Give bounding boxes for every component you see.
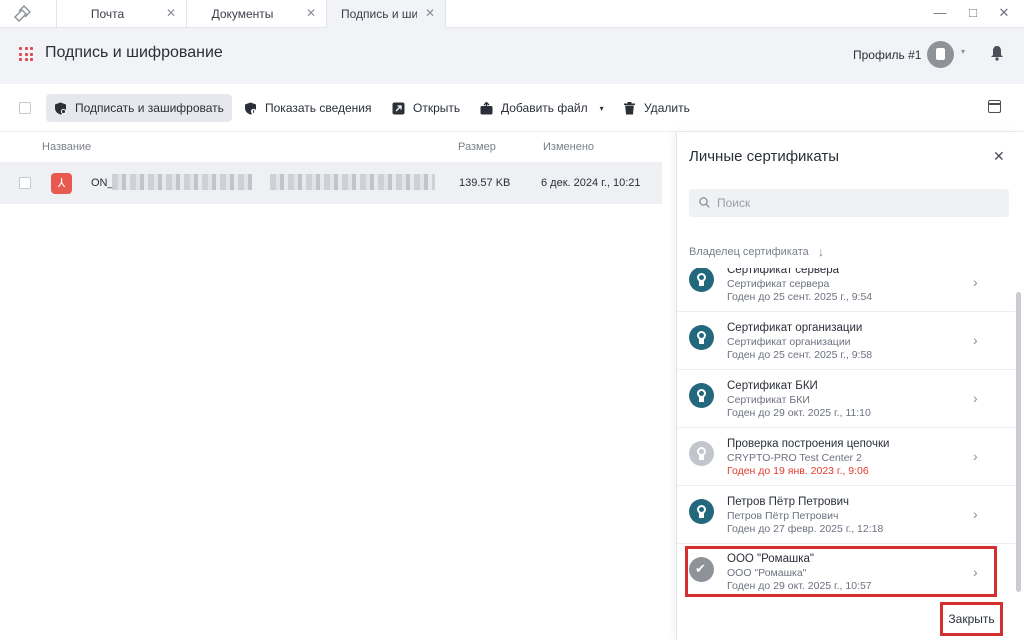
certificate-icon <box>689 268 714 292</box>
table-row[interactable]: ⅄ ON_ 139.57 KB 6 дек. 2024 г., 10:21 <box>0 162 662 204</box>
cert-issuer: Сертификат БКИ <box>727 394 810 406</box>
trash-icon <box>624 101 635 114</box>
cert-name: Сертификат БКИ <box>727 380 818 392</box>
list-item[interactable]: Сертификат БКИ Сертификат БКИ Годен до 2… <box>677 370 1015 428</box>
redacted-filename <box>270 174 435 190</box>
file-name: ON_ <box>91 177 114 189</box>
apps-grid-icon[interactable] <box>19 47 33 61</box>
tab-label: Почта <box>90 7 125 21</box>
add-file-icon <box>480 101 493 114</box>
panel-toggle-icon[interactable] <box>988 100 1001 113</box>
cert-issuer: Сертификат сервера <box>727 278 830 290</box>
show-details-button[interactable]: Показать сведения <box>236 94 380 122</box>
add-file-label: Добавить файл <box>501 101 588 115</box>
open-external-icon <box>392 102 405 114</box>
cert-name: Сертификат организации <box>727 322 863 334</box>
search-box[interactable] <box>689 189 1009 217</box>
app-header: Подпись и шифрование Профиль #1 ▾ <box>0 28 1024 84</box>
delete-button[interactable]: Удалить <box>615 94 698 122</box>
file-size: 139.57 KB <box>459 177 511 189</box>
chevron-right-icon: › <box>973 274 978 290</box>
cert-valid-until: Годен до 25 сент. 2025 г., 9:58 <box>727 349 873 361</box>
panel-title: Личные сертификаты <box>689 148 839 165</box>
add-file-button[interactable]: Добавить файл ▾ <box>472 94 612 122</box>
row-checkbox[interactable] <box>19 177 31 189</box>
tab-documents[interactable]: Документы ✕ <box>186 0 326 28</box>
search-icon <box>699 197 710 208</box>
file-list: Название Размер Изменено ⅄ ON_ 139.57 KB… <box>0 132 676 640</box>
column-header-modified[interactable]: Изменено <box>543 141 594 153</box>
open-button[interactable]: Открыть <box>384 94 468 122</box>
tab-sign-encrypt[interactable]: Подпись и шифр ✕ <box>326 0 446 28</box>
personal-certificates-panel: Личные сертификаты ✕ Владелец сертификат… <box>676 132 1024 640</box>
cert-issuer: CRYPTO-PRO Test Center 2 <box>727 452 862 464</box>
close-button[interactable]: Закрыть <box>940 602 1003 636</box>
show-details-label: Показать сведения <box>265 101 372 115</box>
pdf-icon: ⅄ <box>51 173 72 194</box>
shield-info-icon <box>245 102 257 114</box>
avatar[interactable] <box>927 41 954 68</box>
bell-icon[interactable] <box>990 45 1004 61</box>
close-icon[interactable]: ✕ <box>306 6 316 20</box>
maximize-icon[interactable]: □ <box>965 5 981 21</box>
certificate-icon <box>689 325 714 350</box>
toolbar: Подписать и зашифровать Показать сведени… <box>0 84 1024 132</box>
close-icon[interactable]: ✕ <box>425 6 435 20</box>
sign-encrypt-label: Подписать и зашифровать <box>75 101 224 115</box>
sort-arrow-icon[interactable]: ↓ <box>818 245 824 259</box>
cert-issuer: Петров Пётр Петрович <box>727 510 839 522</box>
chevron-right-icon: › <box>973 332 978 348</box>
tab-mail[interactable]: Почта ✕ <box>56 0 186 28</box>
column-header-name[interactable]: Название <box>42 141 91 153</box>
minimize-icon[interactable]: — <box>932 5 948 21</box>
chevron-right-icon: › <box>973 448 978 464</box>
redacted-filename <box>112 174 252 190</box>
select-all-checkbox[interactable] <box>19 102 31 114</box>
delete-label: Удалить <box>644 101 690 115</box>
app-logo-icon <box>14 5 31 22</box>
chevron-down-icon[interactable]: ▾ <box>600 104 604 113</box>
profile-label[interactable]: Профиль #1 <box>853 48 921 62</box>
close-icon[interactable]: ✕ <box>993 149 1005 163</box>
shield-icon <box>55 102 67 114</box>
cert-name: Сертификат сервера <box>727 268 840 276</box>
cert-issuer: Сертификат организации <box>727 336 851 348</box>
page-title: Подпись и шифрование <box>45 44 223 61</box>
close-icon[interactable]: ✕ <box>166 6 176 20</box>
cert-name: Петров Пётр Петрович <box>727 496 850 508</box>
sort-column-owner[interactable]: Владелец сертификата <box>689 246 809 258</box>
cert-valid-until: Годен до 19 янв. 2023 г., 9:06 <box>727 465 869 477</box>
certificate-icon <box>689 499 714 524</box>
tab-label: Документы <box>211 7 274 21</box>
list-item[interactable]: Сертификат организации Сертификат органи… <box>677 312 1015 370</box>
tab-label: Подпись и шифр <box>341 7 417 21</box>
sign-encrypt-button[interactable]: Подписать и зашифровать <box>46 94 232 122</box>
list-item[interactable]: Петров Пётр Петрович Петров Пётр Петрови… <box>677 486 1015 544</box>
chevron-right-icon: › <box>973 390 978 406</box>
chevron-right-icon: › <box>973 506 978 522</box>
chevron-down-icon[interactable]: ▾ <box>961 47 965 56</box>
cert-name: Проверка построения цепочки <box>727 438 890 450</box>
cert-valid-until: Годен до 25 сент. 2025 г., 9:54 <box>727 291 873 303</box>
list-item[interactable]: Сертификат сервера Сертификат сервера Го… <box>677 268 1015 312</box>
certificate-icon <box>689 383 714 408</box>
file-modified: 6 дек. 2024 г., 10:21 <box>541 177 641 189</box>
certificate-icon <box>689 441 714 466</box>
column-header-size[interactable]: Размер <box>458 141 496 153</box>
search-input[interactable] <box>717 189 997 217</box>
window-close-icon[interactable]: ✕ <box>996 5 1012 21</box>
selection-highlight <box>685 546 997 597</box>
list-item[interactable]: Проверка построения цепочки CRYPTO-PRO T… <box>677 428 1015 486</box>
scrollbar[interactable] <box>1016 292 1021 592</box>
open-label: Открыть <box>413 101 461 115</box>
cert-valid-until: Годен до 29 окт. 2025 г., 11:10 <box>727 407 871 419</box>
tab-strip: Почта ✕ Документы ✕ Подпись и шифр ✕ — □… <box>0 0 1024 28</box>
cert-valid-until: Годен до 27 февр. 2025 г., 12:18 <box>727 523 884 535</box>
